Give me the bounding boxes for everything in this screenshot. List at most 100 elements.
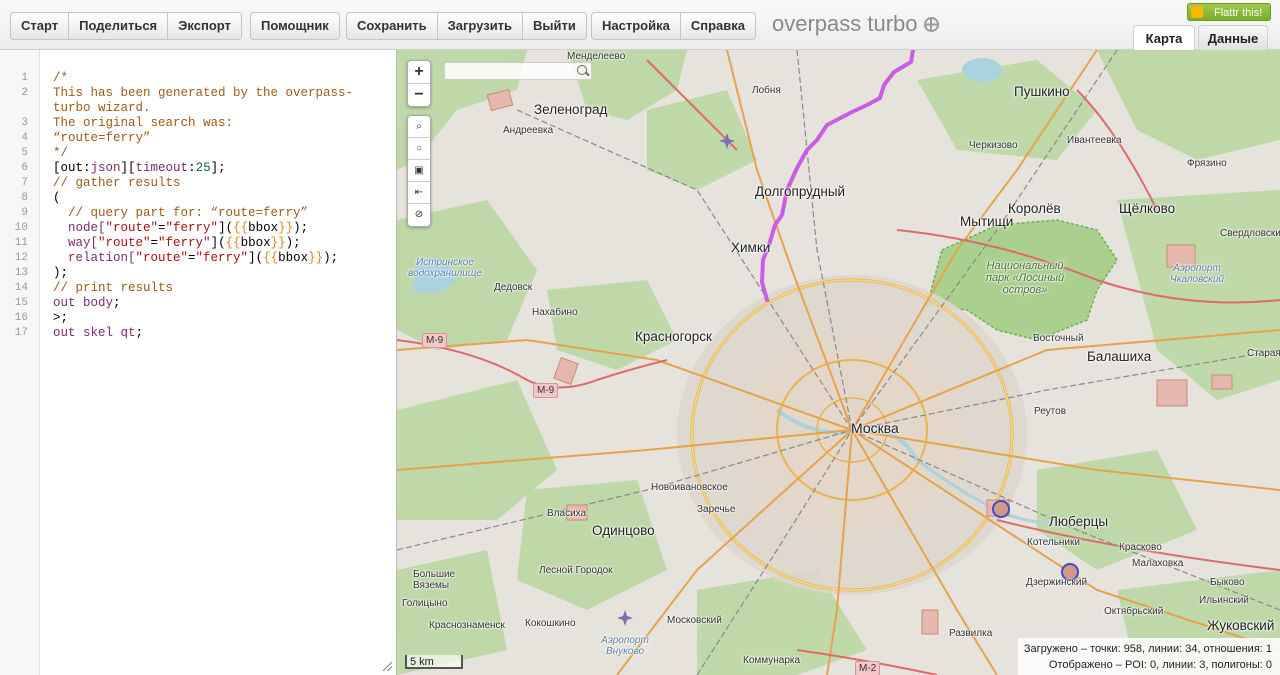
map-label: Кокошкино: [525, 618, 576, 629]
tab-map[interactable]: Карта: [1133, 25, 1195, 50]
map-label: Москва: [851, 420, 899, 436]
line-number: 2: [21, 87, 28, 99]
code-token: /*: [53, 71, 69, 85]
map-label: Менделеево: [567, 51, 626, 62]
flattr-label: Flattr this!: [1214, 7, 1263, 19]
line-number: 9: [21, 207, 28, 219]
flattr-icon: [1191, 6, 1203, 18]
code-line: way["route"="ferry"]({{bbox}});: [53, 236, 301, 251]
code-token: 25: [195, 161, 211, 175]
tab-data[interactable]: Данные: [1198, 25, 1268, 50]
code-token: ][: [120, 161, 136, 175]
stats-loaded: Загружено – точки: 958, линии: 34, отнош…: [1023, 643, 1272, 655]
code-line: “route=ferry”: [53, 131, 151, 146]
map-label: Национальный парк «Лосиный остров»: [985, 260, 1065, 296]
map-label: Красногорск: [635, 329, 712, 344]
line-number: 15: [14, 297, 28, 309]
line-number: 13: [14, 267, 28, 279]
map-label: Лобня: [752, 85, 781, 96]
resize-handle-icon[interactable]: [383, 662, 392, 671]
file-button-group: Сохранить Загрузить Выйти: [346, 12, 587, 40]
map-label: Пушкино: [1014, 84, 1070, 99]
code-token: bbox: [248, 221, 279, 235]
code-token: ](: [218, 221, 234, 235]
zoom-control: + −: [407, 60, 431, 107]
settings-button[interactable]: Настройка: [592, 13, 681, 39]
map-label: Долгопрудный: [755, 184, 846, 199]
map-label: Балашиха: [1087, 349, 1152, 364]
query-editor[interactable]: 1 2 3 4 5 6 7 8 9 10 11 12 13 14 15 16 17 /* This has bee…: [0, 50, 397, 675]
map-label: Восточный: [1033, 333, 1084, 344]
line-number: 10: [14, 222, 28, 234]
save-button[interactable]: Сохранить: [347, 13, 438, 39]
map-label: Власиха: [547, 508, 587, 519]
map-label: Андреевка: [503, 125, 554, 136]
code-token: {{: [225, 236, 241, 250]
code-line: */: [53, 146, 68, 161]
map-search-input[interactable]: [445, 65, 576, 81]
code-line: // query part for: “route=ferry”: [53, 206, 308, 221]
code-token: ;: [113, 296, 121, 310]
map-tools: ⌕ ○ ▣ ⇤ ⊘: [407, 115, 431, 227]
code-token: bbox: [278, 251, 309, 265]
logout-button[interactable]: Выйти: [523, 13, 586, 39]
map-label: Ивантеевка: [1067, 135, 1122, 146]
code-token: :: [188, 161, 196, 175]
code-token: }}: [270, 236, 286, 250]
code-token: "ferry": [158, 236, 211, 250]
line-number: 6: [21, 162, 28, 174]
code-line: out skel qt;: [53, 326, 143, 341]
code-token: // print results: [53, 281, 174, 295]
run-button[interactable]: Старт: [11, 13, 70, 39]
code-token: }}: [308, 251, 324, 265]
map-label: Истринское водохранилище: [408, 257, 482, 279]
code-token: relation[: [53, 251, 136, 265]
code-token: }}: [278, 221, 294, 235]
map-label: Аэропорт Внуково: [601, 635, 649, 657]
locate-icon[interactable]: ○: [408, 138, 430, 160]
code-token: =: [188, 251, 196, 265]
fit-bounds-icon[interactable]: ⇤: [408, 182, 430, 204]
code-token: out body: [53, 296, 114, 310]
flattr-button[interactable]: Flattr this!: [1187, 3, 1271, 21]
zoom-to-data-icon[interactable]: ⌕: [408, 116, 430, 138]
image-export-icon[interactable]: ▣: [408, 160, 430, 182]
map-label: Большие Вяземы: [413, 569, 456, 591]
map-label: Котельники: [1027, 537, 1080, 548]
help-button[interactable]: Справка: [681, 13, 755, 39]
code-line: out body;: [53, 296, 121, 311]
toggle-data-icon[interactable]: ⊘: [408, 204, 430, 226]
map-label: Королёв: [1008, 201, 1061, 216]
share-button[interactable]: Поделиться: [69, 13, 169, 39]
export-button[interactable]: Экспорт: [168, 13, 241, 39]
code-line: >;: [53, 311, 68, 326]
map-label: Черкизово: [969, 140, 1018, 151]
map-label: Аэропорт Чкаловский: [1170, 263, 1224, 285]
code-token: {{: [263, 251, 279, 265]
app-logo: overpass turbo: [772, 11, 939, 37]
code-token: node[: [53, 221, 106, 235]
map-label: Октябрьский: [1104, 606, 1164, 617]
code-token: "ferry": [165, 221, 219, 235]
map-search: [444, 62, 592, 81]
load-button[interactable]: Загрузить: [438, 13, 524, 39]
map-label: Московский: [667, 615, 722, 626]
map-view[interactable]: Менделеево Лобня Пушкино Зеленоград Андр…: [397, 50, 1280, 675]
settings-button-group: Настройка Справка: [591, 12, 756, 40]
code-line: // gather results: [53, 176, 181, 191]
code-token: ];: [210, 161, 226, 175]
wizard-button-group: Помощник: [250, 12, 340, 40]
map-label: Краснознаменск: [429, 620, 505, 631]
code-token: out skel qt: [53, 326, 136, 340]
code-token: "route": [135, 251, 189, 265]
map-label: Заречье: [697, 504, 736, 515]
wizard-button[interactable]: Помощник: [251, 13, 339, 39]
code-line: node["route"="ferry"]({{bbox}});: [53, 221, 308, 236]
search-icon[interactable]: [577, 65, 587, 75]
code-line: relation["route"="ferry"]({{bbox}});: [53, 251, 338, 266]
zoom-out-button[interactable]: −: [408, 84, 430, 106]
code-token: */: [53, 146, 69, 160]
zoom-in-button[interactable]: +: [408, 61, 430, 84]
line-number: 1: [21, 72, 28, 84]
code-token: );: [285, 236, 301, 250]
